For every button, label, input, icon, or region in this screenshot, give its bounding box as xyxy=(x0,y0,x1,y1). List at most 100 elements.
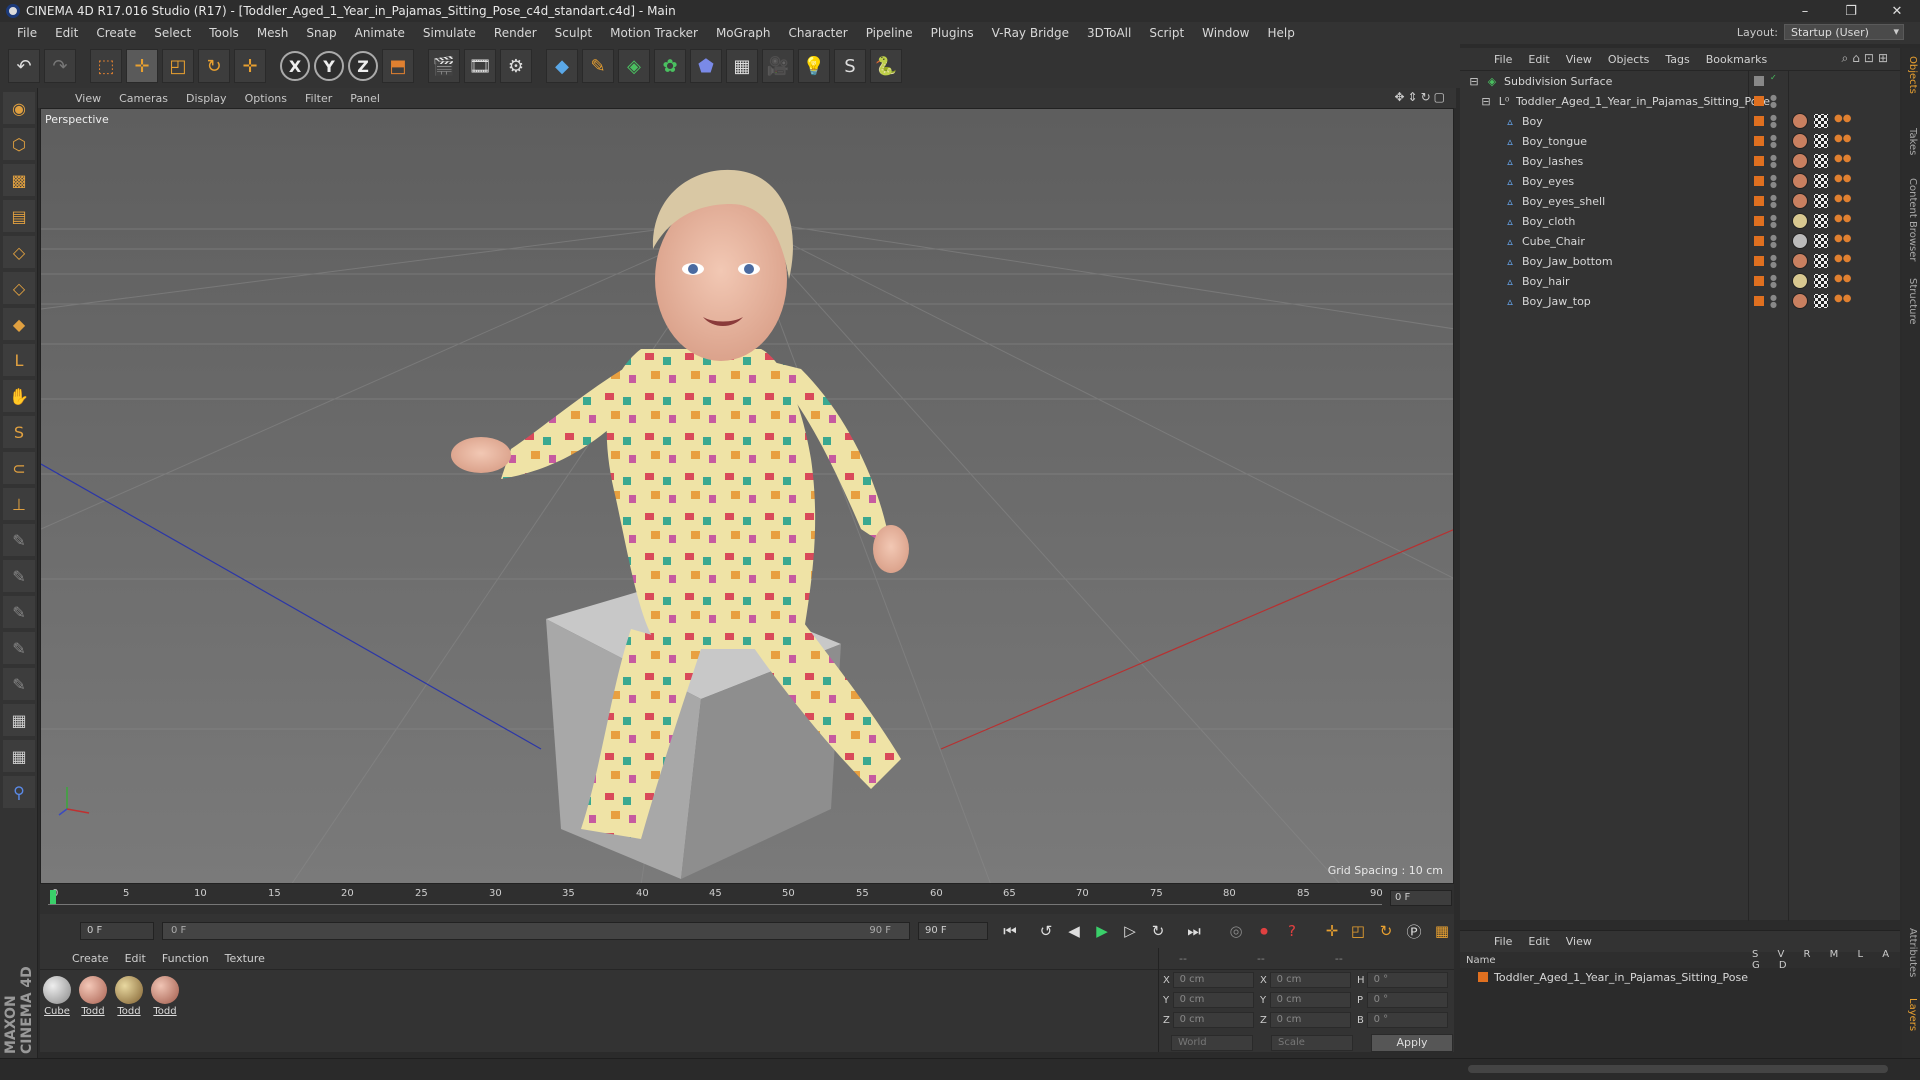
python-console-icon[interactable]: ⚲ xyxy=(3,776,35,808)
end-frame-field[interactable]: 90 F xyxy=(918,922,988,940)
uvw-tag-icon[interactable] xyxy=(1814,174,1828,188)
previous-key-icon[interactable]: ↺ xyxy=(1034,919,1058,943)
material-tag-icon[interactable] xyxy=(1792,153,1808,169)
menu-character[interactable]: Character xyxy=(779,26,856,40)
object-row[interactable]: ▵ Boy_cloth ● ● ●● xyxy=(1460,211,1900,231)
live-selection-icon[interactable]: ⬚ xyxy=(90,49,122,83)
subdivision-surface-icon[interactable]: ◈ xyxy=(618,49,650,83)
script-manager-icon[interactable]: S xyxy=(834,49,866,83)
key-rotation-icon[interactable]: ↻ xyxy=(1374,919,1398,943)
menu-3dtoall[interactable]: 3DToAll xyxy=(1078,26,1140,40)
menu-create[interactable]: Create xyxy=(87,26,145,40)
material-tag-icon[interactable] xyxy=(1792,293,1808,309)
material-swatch[interactable]: Todd xyxy=(150,976,180,1017)
visibility-dots[interactable]: ● ● xyxy=(1770,214,1777,229)
selection-tag-icon[interactable]: ●● xyxy=(1834,293,1851,304)
transform-tool-icon[interactable]: ✛ xyxy=(234,49,266,83)
keyframe-selection-icon[interactable]: ? xyxy=(1280,919,1304,943)
object-row[interactable]: ▵ Boy_Jaw_bottom ● ● ●● xyxy=(1460,251,1900,271)
visibility-dots[interactable]: ● ● xyxy=(1770,274,1777,289)
uvw-tag-icon[interactable] xyxy=(1814,294,1828,308)
redo-icon[interactable]: ↷ xyxy=(44,49,76,83)
viewport-menu-filter[interactable]: Filter xyxy=(296,92,341,105)
om-menu-view[interactable]: View xyxy=(1558,53,1600,66)
object-row[interactable]: ▵ Boy_tongue ● ● ●● xyxy=(1460,131,1900,151)
polygons-mode-icon[interactable]: ◆ xyxy=(3,308,35,340)
size-y-field[interactable]: 0 cm xyxy=(1269,992,1351,1008)
undo-icon[interactable]: ↶ xyxy=(8,49,40,83)
collapse-icon[interactable]: ⊟ xyxy=(1468,75,1480,88)
object-row[interactable]: ▵ Boy_Jaw_top ● ● ●● xyxy=(1460,291,1900,311)
viewport-menu-options[interactable]: Options xyxy=(236,92,296,105)
visibility-dots[interactable]: ● ● xyxy=(1770,194,1777,209)
knife-tool-icon[interactable]: ✎ xyxy=(3,596,35,628)
selection-tag-icon[interactable]: ●● xyxy=(1834,133,1851,144)
menu-pipeline[interactable]: Pipeline xyxy=(857,26,922,40)
tweak-mode-icon[interactable]: ✋ xyxy=(3,380,35,412)
workplane-mode-icon[interactable]: ▤ xyxy=(3,200,35,232)
layer-row[interactable]: Toddler_Aged_1_Year_in_Pajamas_Sitting_P… xyxy=(1460,968,1900,986)
sculpt-tool-icon[interactable]: ✎ xyxy=(3,632,35,664)
layer-color-swatch[interactable] xyxy=(1478,972,1488,982)
position-x-field[interactable]: 0 cm xyxy=(1172,972,1254,988)
tab-attributes[interactable]: Attributes xyxy=(1904,928,1918,977)
visibility-dots[interactable]: ● ● xyxy=(1770,154,1777,169)
key-parameter-icon[interactable]: Ⓟ xyxy=(1402,919,1426,943)
visibility-dots[interactable]: ● ● xyxy=(1770,234,1777,249)
position-y-field[interactable]: 0 cm xyxy=(1172,992,1254,1008)
maximize-button[interactable]: ❐ xyxy=(1828,0,1874,22)
spline-pen-icon[interactable]: ✎ xyxy=(582,49,614,83)
material-tag-icon[interactable] xyxy=(1792,253,1808,269)
move-tool-icon[interactable]: ✛ xyxy=(126,49,158,83)
selection-tag-icon[interactable]: ●● xyxy=(1834,113,1851,124)
camera-icon[interactable]: 🎥 xyxy=(762,49,794,83)
material-tag-icon[interactable] xyxy=(1792,213,1808,229)
om-menu-tags[interactable]: Tags xyxy=(1657,53,1697,66)
menu-select[interactable]: Select xyxy=(145,26,200,40)
key-pla-icon[interactable]: ▦ xyxy=(1430,919,1454,943)
position-z-field[interactable]: 0 cm xyxy=(1172,1012,1254,1028)
menu-motion-tracker[interactable]: Motion Tracker xyxy=(601,26,707,40)
render-settings-icon[interactable]: ⚙ xyxy=(500,49,532,83)
key-scale-icon[interactable]: ◰ xyxy=(1346,919,1370,943)
material-menu-create[interactable]: Create xyxy=(64,952,117,965)
object-row[interactable]: ▵ Boy_hair ● ● ●● xyxy=(1460,271,1900,291)
menu-snap[interactable]: Snap xyxy=(297,26,345,40)
viewport-menu-display[interactable]: Display xyxy=(177,92,236,105)
menu-file[interactable]: File xyxy=(8,26,46,40)
menu-script[interactable]: Script xyxy=(1140,26,1193,40)
material-menu-edit[interactable]: Edit xyxy=(117,952,154,965)
menu-help[interactable]: Help xyxy=(1258,26,1303,40)
selection-tag-icon[interactable]: ●● xyxy=(1834,233,1851,244)
tab-layers[interactable]: Layers xyxy=(1904,998,1918,1031)
solo-icon[interactable]: ✎ xyxy=(3,668,35,700)
tab-objects[interactable]: Objects xyxy=(1904,56,1918,94)
menu-vray-bridge[interactable]: V-Ray Bridge xyxy=(983,26,1078,40)
size-mode-dropdown[interactable]: Scale xyxy=(1271,1035,1353,1051)
record-keys-icon[interactable]: ◎ xyxy=(1224,919,1248,943)
menu-tools[interactable]: Tools xyxy=(200,26,248,40)
selection-tag-icon[interactable]: ●● xyxy=(1834,253,1851,264)
material-tag-icon[interactable] xyxy=(1792,113,1808,129)
size-x-field[interactable]: 0 cm xyxy=(1269,972,1351,988)
previous-frame-icon[interactable]: ◀ xyxy=(1062,919,1086,943)
tab-takes[interactable]: Takes xyxy=(1904,128,1918,155)
next-frame-icon[interactable]: ▷ xyxy=(1118,919,1142,943)
key-position-icon[interactable]: ✛ xyxy=(1320,919,1344,943)
material-swatch[interactable]: Todd xyxy=(78,976,108,1017)
material-tag-icon[interactable] xyxy=(1792,133,1808,149)
horizontal-scrollbar[interactable] xyxy=(1468,1065,1888,1073)
material-tag-icon[interactable] xyxy=(1792,273,1808,289)
visibility-dots[interactable]: ● ● xyxy=(1770,174,1777,189)
python-icon[interactable]: 🐍 xyxy=(870,49,902,83)
go-to-end-icon[interactable]: ⏭ xyxy=(1182,919,1206,943)
frame-range-slider[interactable]: 0 F 90 F xyxy=(162,922,910,940)
object-row[interactable]: ▵ Boy_lashes ● ● ●● xyxy=(1460,151,1900,171)
size-z-field[interactable]: 0 cm xyxy=(1269,1012,1351,1028)
material-tag-icon[interactable] xyxy=(1792,173,1808,189)
coordinate-system-icon[interactable]: ⬒ xyxy=(382,49,414,83)
z-axis-lock-icon[interactable]: Z xyxy=(348,51,378,81)
object-row[interactable]: ⊟ ◈ Subdivision Surface ✓ xyxy=(1460,71,1900,91)
go-to-start-icon[interactable]: ⏮ xyxy=(998,919,1022,943)
apply-button[interactable]: Apply xyxy=(1371,1034,1453,1052)
